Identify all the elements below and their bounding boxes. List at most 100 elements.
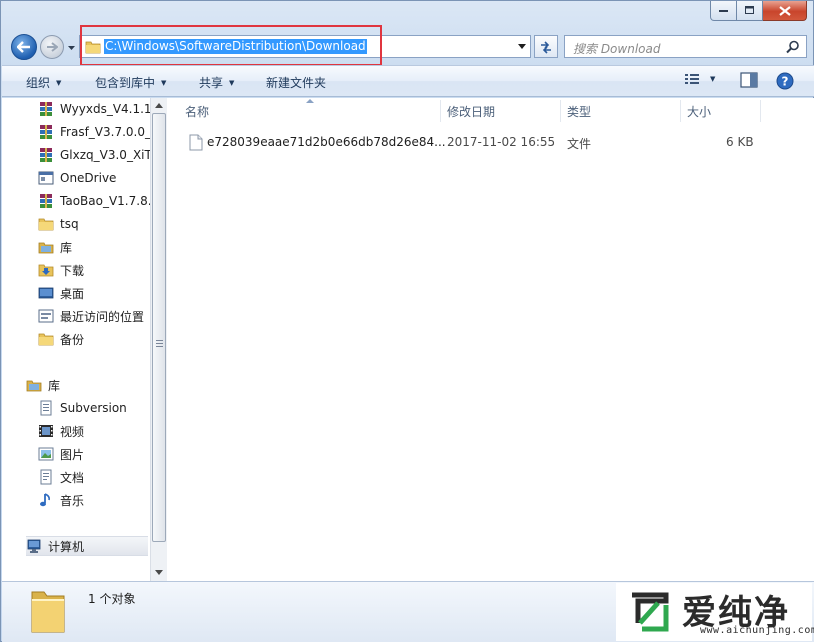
help-button[interactable]: ? [776, 72, 794, 90]
nav-item-subversion[interactable]: Subversion [38, 398, 127, 418]
folder-icon [38, 333, 54, 346]
column-header-name[interactable]: 名称 [185, 101, 209, 123]
nav-item-label: TaoBao_V1.7.8. [60, 194, 150, 208]
column-divider[interactable] [440, 100, 441, 122]
scrollbar-thumb[interactable] [152, 113, 166, 542]
computer-icon [27, 539, 41, 553]
back-button[interactable] [11, 34, 37, 60]
command-bar: 组织 ▼ 包含到库中 ▼ 共享 ▼ 新建文件夹 ▼ ? [2, 65, 814, 97]
documents-library-icon [40, 469, 52, 485]
nav-group-computer[interactable]: 计算机 [26, 536, 148, 556]
address-path[interactable]: C:\Windows\SoftwareDistribution\Download [104, 39, 367, 54]
search-icon[interactable] [786, 40, 800, 54]
watermark-logo: 爱纯净 www.aichunjing.com [616, 583, 814, 641]
column-divider[interactable] [680, 100, 681, 122]
include-in-library-menu[interactable]: 包含到库中 ▼ [95, 74, 166, 91]
nav-item-taobao[interactable]: TaoBao_V1.7.8. [38, 191, 150, 211]
nav-item-label: Frasf_V3.7.0.0_X [60, 125, 150, 139]
help-icon: ? [776, 72, 794, 90]
share-label: 共享 [199, 76, 224, 90]
nav-item-label: Subversion [60, 401, 127, 415]
organize-label: 组织 [26, 76, 51, 90]
column-divider[interactable] [560, 100, 561, 122]
nav-item-label: 库 [60, 240, 73, 255]
view-options-button[interactable]: ▼ [684, 72, 715, 86]
nav-item-onedrive[interactable]: OneDrive [38, 168, 116, 188]
nav-item-wyyxds[interactable]: Wyyxds_V4.1.1. [38, 99, 150, 119]
nav-item-glxzq[interactable]: Glxzq_V3.0_XiTc [38, 145, 150, 165]
nav-item-tsq[interactable]: tsq [38, 214, 79, 234]
scroll-down-arrow-icon[interactable] [155, 569, 163, 577]
file-type: 文件 [567, 137, 592, 151]
nav-item-label: 音乐 [60, 493, 85, 508]
winrar-archive-icon [40, 102, 52, 116]
share-menu[interactable]: 共享 ▼ [199, 74, 234, 91]
nav-item-downloads[interactable]: 下载 [38, 260, 84, 280]
close-icon [778, 5, 791, 16]
preview-pane-icon [740, 72, 758, 88]
column-header-size[interactable]: 大小 [687, 101, 711, 123]
explorer-window: C:\Windows\SoftwareDistribution\Download… [0, 0, 814, 642]
application-icon [38, 171, 54, 185]
nav-item-label: 计算机 [48, 539, 85, 554]
nav-group-libraries[interactable]: 库 [26, 375, 60, 395]
search-box[interactable]: 搜索 Download [564, 35, 807, 58]
chevron-down-icon: ▼ [161, 78, 167, 87]
minimize-button[interactable] [710, 1, 737, 21]
downloads-folder-icon [38, 264, 54, 277]
nav-item-label: 视频 [60, 424, 85, 439]
folder-icon [31, 591, 65, 633]
nav-item-backup[interactable]: 备份 [38, 329, 84, 349]
nav-item-label: 文档 [60, 470, 85, 485]
column-header-date[interactable]: 修改日期 [447, 101, 495, 123]
library-icon [38, 242, 54, 254]
search-placeholder: 搜索 Download [573, 42, 661, 56]
close-button[interactable] [763, 1, 807, 21]
desktop-icon [38, 287, 54, 299]
logo-mark-icon [632, 592, 669, 632]
nav-item-videos[interactable]: 视频 [38, 421, 84, 441]
file-list: 名称 修改日期 类型 大小 e728039eaae71d2b0e66db78d2… [167, 98, 814, 581]
arrow-right-icon [47, 42, 58, 52]
svg-text:?: ? [782, 75, 789, 89]
column-header-type[interactable]: 类型 [567, 101, 591, 123]
nav-item-pictures[interactable]: 图片 [38, 444, 84, 464]
organize-menu[interactable]: 组织 ▼ [26, 74, 61, 91]
item-count: 1 个对象 [88, 592, 136, 606]
new-folder-button[interactable]: 新建文件夹 [266, 74, 326, 91]
forward-button[interactable] [40, 35, 64, 59]
nav-item-music[interactable]: 音乐 [38, 490, 84, 510]
scroll-up-arrow-icon[interactable] [155, 102, 163, 110]
arrow-left-icon [17, 41, 30, 53]
nav-item-desktop[interactable]: 桌面 [38, 283, 84, 303]
preview-pane-button[interactable] [740, 72, 758, 88]
chevron-down-icon: ▼ [229, 78, 235, 87]
recent-places-icon [38, 309, 54, 323]
file-date: 2017-11-02 16:55 [447, 135, 556, 149]
view-details-icon [685, 74, 699, 84]
nav-item-label: tsq [60, 217, 79, 231]
nav-item-label: OneDrive [60, 171, 117, 185]
address-bar[interactable]: C:\Windows\SoftwareDistribution\Download [79, 35, 531, 58]
winrar-archive-icon [40, 194, 52, 208]
nav-item-documents[interactable]: 文档 [38, 467, 84, 487]
document-library-icon [40, 400, 52, 416]
chevron-down-icon: ▼ [710, 75, 716, 83]
navigation-scrollbar[interactable] [150, 98, 167, 581]
winrar-archive-icon [40, 148, 52, 162]
folder-icon [85, 41, 101, 54]
nav-item-library[interactable]: 库 [38, 237, 72, 257]
maximize-button[interactable] [737, 1, 763, 21]
recent-pages-dropdown[interactable] [67, 43, 76, 52]
file-size: 6 KB [726, 135, 754, 149]
nav-item-label: 图片 [60, 447, 85, 462]
scrollbar-grip-icon [156, 340, 163, 347]
refresh-icon [541, 40, 551, 54]
chevron-down-icon[interactable] [518, 44, 526, 50]
nav-item-label: 备份 [60, 332, 85, 347]
file-row[interactable]: e728039eaae71d2b0e66db78d26e84... 2017-1… [185, 131, 785, 153]
nav-item-recent-places[interactable]: 最近访问的位置 [38, 306, 144, 326]
refresh-button[interactable] [534, 35, 558, 58]
column-divider[interactable] [760, 100, 761, 122]
nav-item-frasf[interactable]: Frasf_V3.7.0.0_X [38, 122, 150, 142]
